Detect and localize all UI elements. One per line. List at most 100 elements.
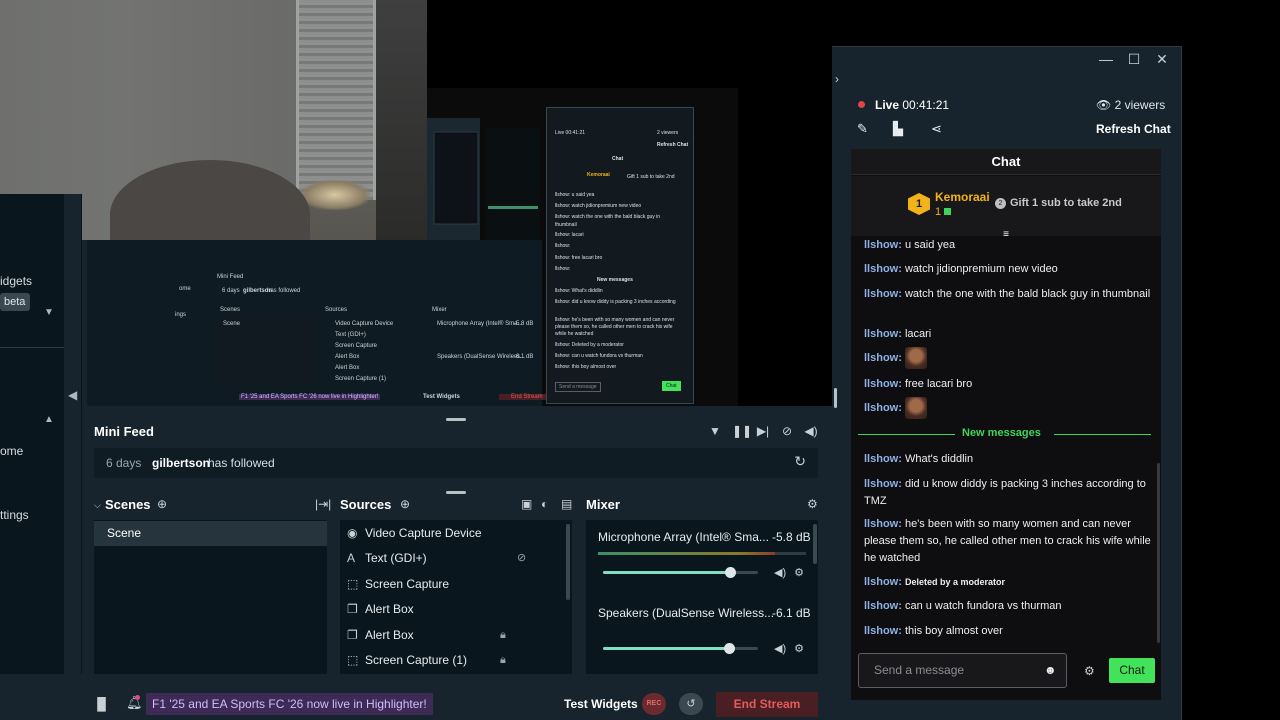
close-icon[interactable]: ✕ [1153, 51, 1171, 68]
emoji-picker-icon[interactable]: ☻ [1044, 663, 1057, 677]
scene-transition-icon[interactable]: |⇥| [315, 497, 331, 511]
chevron-right-icon[interactable]: › [835, 72, 839, 86]
rank-2-badge: 2 [995, 198, 1006, 209]
chat-username[interactable]: llshow: [864, 576, 902, 588]
chat-username[interactable]: llshow: [864, 263, 902, 275]
sidebar-resize-bar[interactable] [64, 194, 82, 674]
source-overlay-icon[interactable]: ▣ [521, 497, 532, 511]
volume-icon[interactable]: ◀) [774, 566, 786, 579]
send-message-input[interactable] [874, 663, 1034, 677]
add-folder-icon[interactable]: ▤ [561, 497, 572, 511]
chat-username[interactable]: llshow: [864, 625, 902, 637]
mixer-settings-icon[interactable]: ⚙ [807, 497, 818, 511]
filter-icon[interactable]: ▼ [708, 424, 722, 438]
share-icon[interactable]: ⋖ [931, 121, 942, 137]
emote-image [904, 347, 927, 369]
chat-username[interactable]: llshow: [864, 378, 902, 390]
source-item-alert-box[interactable]: ❐ Alert Box [347, 597, 557, 622]
add-source-icon[interactable]: ⊕ [400, 497, 410, 511]
lock-icon[interactable]: 🔒︎ [500, 648, 506, 673]
maximize-icon[interactable]: ☐ [1125, 51, 1143, 68]
chat-username[interactable]: llshow: [864, 239, 902, 251]
chat-message: llshow: watch jidionpremium new video [864, 261, 1154, 278]
scene-item[interactable]: Scene [94, 521, 327, 546]
lock-icon[interactable]: 🔒︎ [500, 623, 506, 648]
test-widgets-button[interactable]: Test Widgets [564, 697, 638, 711]
skip-icon[interactable]: ▶| [756, 424, 770, 438]
record-button[interactable]: REC [642, 693, 666, 715]
chat-send-button[interactable]: Chat [1109, 658, 1155, 683]
top-gifter-name[interactable]: Kemoraai [935, 190, 990, 204]
feed-user[interactable]: gilbertson [152, 456, 210, 470]
pv-source-4: Alert Box [335, 354, 360, 360]
pv-refresh: Refresh Chat [657, 142, 689, 148]
window-controls: — ☐ ✕ [1097, 51, 1171, 68]
chat-input-box[interactable]: ☻ [858, 653, 1067, 688]
volume-slider-knob[interactable] [725, 567, 736, 578]
mixer-channel-controls: ◀) ⚙ [774, 566, 804, 579]
mute-alerts-icon[interactable]: ⊘ [780, 424, 794, 438]
chevron-up-icon[interactable]: ▲ [44, 414, 54, 425]
sidebar-item-widgets[interactable]: idgets [0, 274, 32, 288]
minifeed-row: 6 days gilbertson has followed ↻ [94, 448, 818, 478]
chevron-down-icon[interactable]: ▼ [44, 307, 54, 318]
scenes-collapse-icon[interactable]: ⌵ [94, 500, 101, 511]
source-item-screen-capture-1[interactable]: ⬚ Screen Capture (1) 🔒︎ [347, 648, 557, 673]
volume-icon[interactable]: ◀) [774, 642, 786, 655]
edit-stream-info-icon[interactable]: ✎ [857, 121, 868, 137]
source-item-text[interactable]: A Text (GDI+) ⊘ [347, 546, 557, 571]
pv-line-13: please them so, he called other men to c… [555, 324, 673, 330]
chat-username[interactable]: llshow: [864, 352, 902, 364]
notification-banner[interactable]: F1 '25 and EA Sports FC '26 now live in … [146, 693, 433, 715]
beta-badge: beta [0, 293, 30, 311]
bar-chart-icon[interactable]: ▐▌ [93, 697, 110, 711]
chat-username[interactable]: llshow: [864, 478, 902, 490]
add-scene-icon[interactable]: ⊕ [157, 497, 167, 511]
docks-splitter[interactable] [446, 491, 466, 494]
volume-slider-knob[interactable] [724, 643, 735, 654]
mixer-scrollbar[interactable] [813, 524, 817, 564]
pause-icon[interactable]: ❚❚ [732, 424, 752, 438]
viewer-count[interactable]: 👁︎ 2 viewers [1096, 98, 1165, 112]
clipboard-icon[interactable]: ▙ [893, 121, 903, 137]
preview-splitter[interactable] [446, 418, 466, 421]
minimize-icon[interactable]: — [1097, 51, 1115, 68]
volume-slider[interactable] [603, 567, 758, 578]
refresh-chat-button[interactable]: Refresh Chat [1096, 122, 1171, 136]
source-item-alert-box-2[interactable]: ❐ Alert Box 🔒︎ [347, 623, 557, 648]
chat-scrollbar[interactable] [1157, 463, 1160, 643]
volume-slider[interactable] [603, 643, 758, 654]
pv-line-7: llshow: free lacari bro [555, 255, 603, 261]
volume-icon[interactable]: ◀) [804, 424, 818, 438]
gear-icon[interactable]: ⚙ [794, 642, 804, 655]
gear-icon[interactable]: ⚙ [794, 566, 804, 579]
live-indicator [858, 101, 865, 108]
sources-scrollbar[interactable] [566, 524, 570, 600]
repeat-alert-icon[interactable]: ↻ [794, 453, 806, 470]
webcam-light [300, 180, 370, 210]
chat-username[interactable]: llshow: [864, 600, 902, 612]
sources-title: Sources [340, 497, 392, 512]
pv-hype-gift: Gift 1 sub to take 2nd [627, 174, 675, 180]
pv-line-4: thumbnail [555, 222, 577, 228]
gift-sub-prompt[interactable]: Gift 1 sub to take 2nd [1010, 197, 1122, 209]
chat-username[interactable]: llshow: [864, 328, 902, 340]
chat-text: this boy almost over [904, 625, 1003, 637]
chat-header: Chat [851, 149, 1161, 175]
hidden-eye-icon[interactable]: ⊘ [517, 546, 526, 571]
source-item-screen-capture[interactable]: ⬚ Screen Capture [347, 572, 557, 597]
chat-username[interactable]: llshow: [864, 288, 902, 300]
sidebar-item-home[interactable]: ome [0, 444, 23, 458]
audio-filter-icon[interactable]: ◐ [541, 497, 548, 511]
source-item-video-capture[interactable]: ◉ Video Capture Device [347, 521, 557, 546]
replay-buffer-icon[interactable]: ↺ [679, 693, 703, 715]
collapse-sidebar-icon[interactable]: ◀ [68, 388, 77, 402]
chat-settings-icon[interactable]: ⚙ [1084, 664, 1095, 678]
chat-username[interactable]: llshow: [864, 518, 902, 530]
chat-splitter[interactable] [834, 388, 837, 408]
gift-count: 1 [935, 206, 952, 218]
chat-username[interactable]: llshow: [864, 453, 902, 465]
chat-username[interactable]: llshow: [864, 402, 902, 414]
end-stream-button[interactable]: End Stream [716, 692, 818, 717]
sidebar-item-settings[interactable]: ttings [0, 508, 29, 522]
